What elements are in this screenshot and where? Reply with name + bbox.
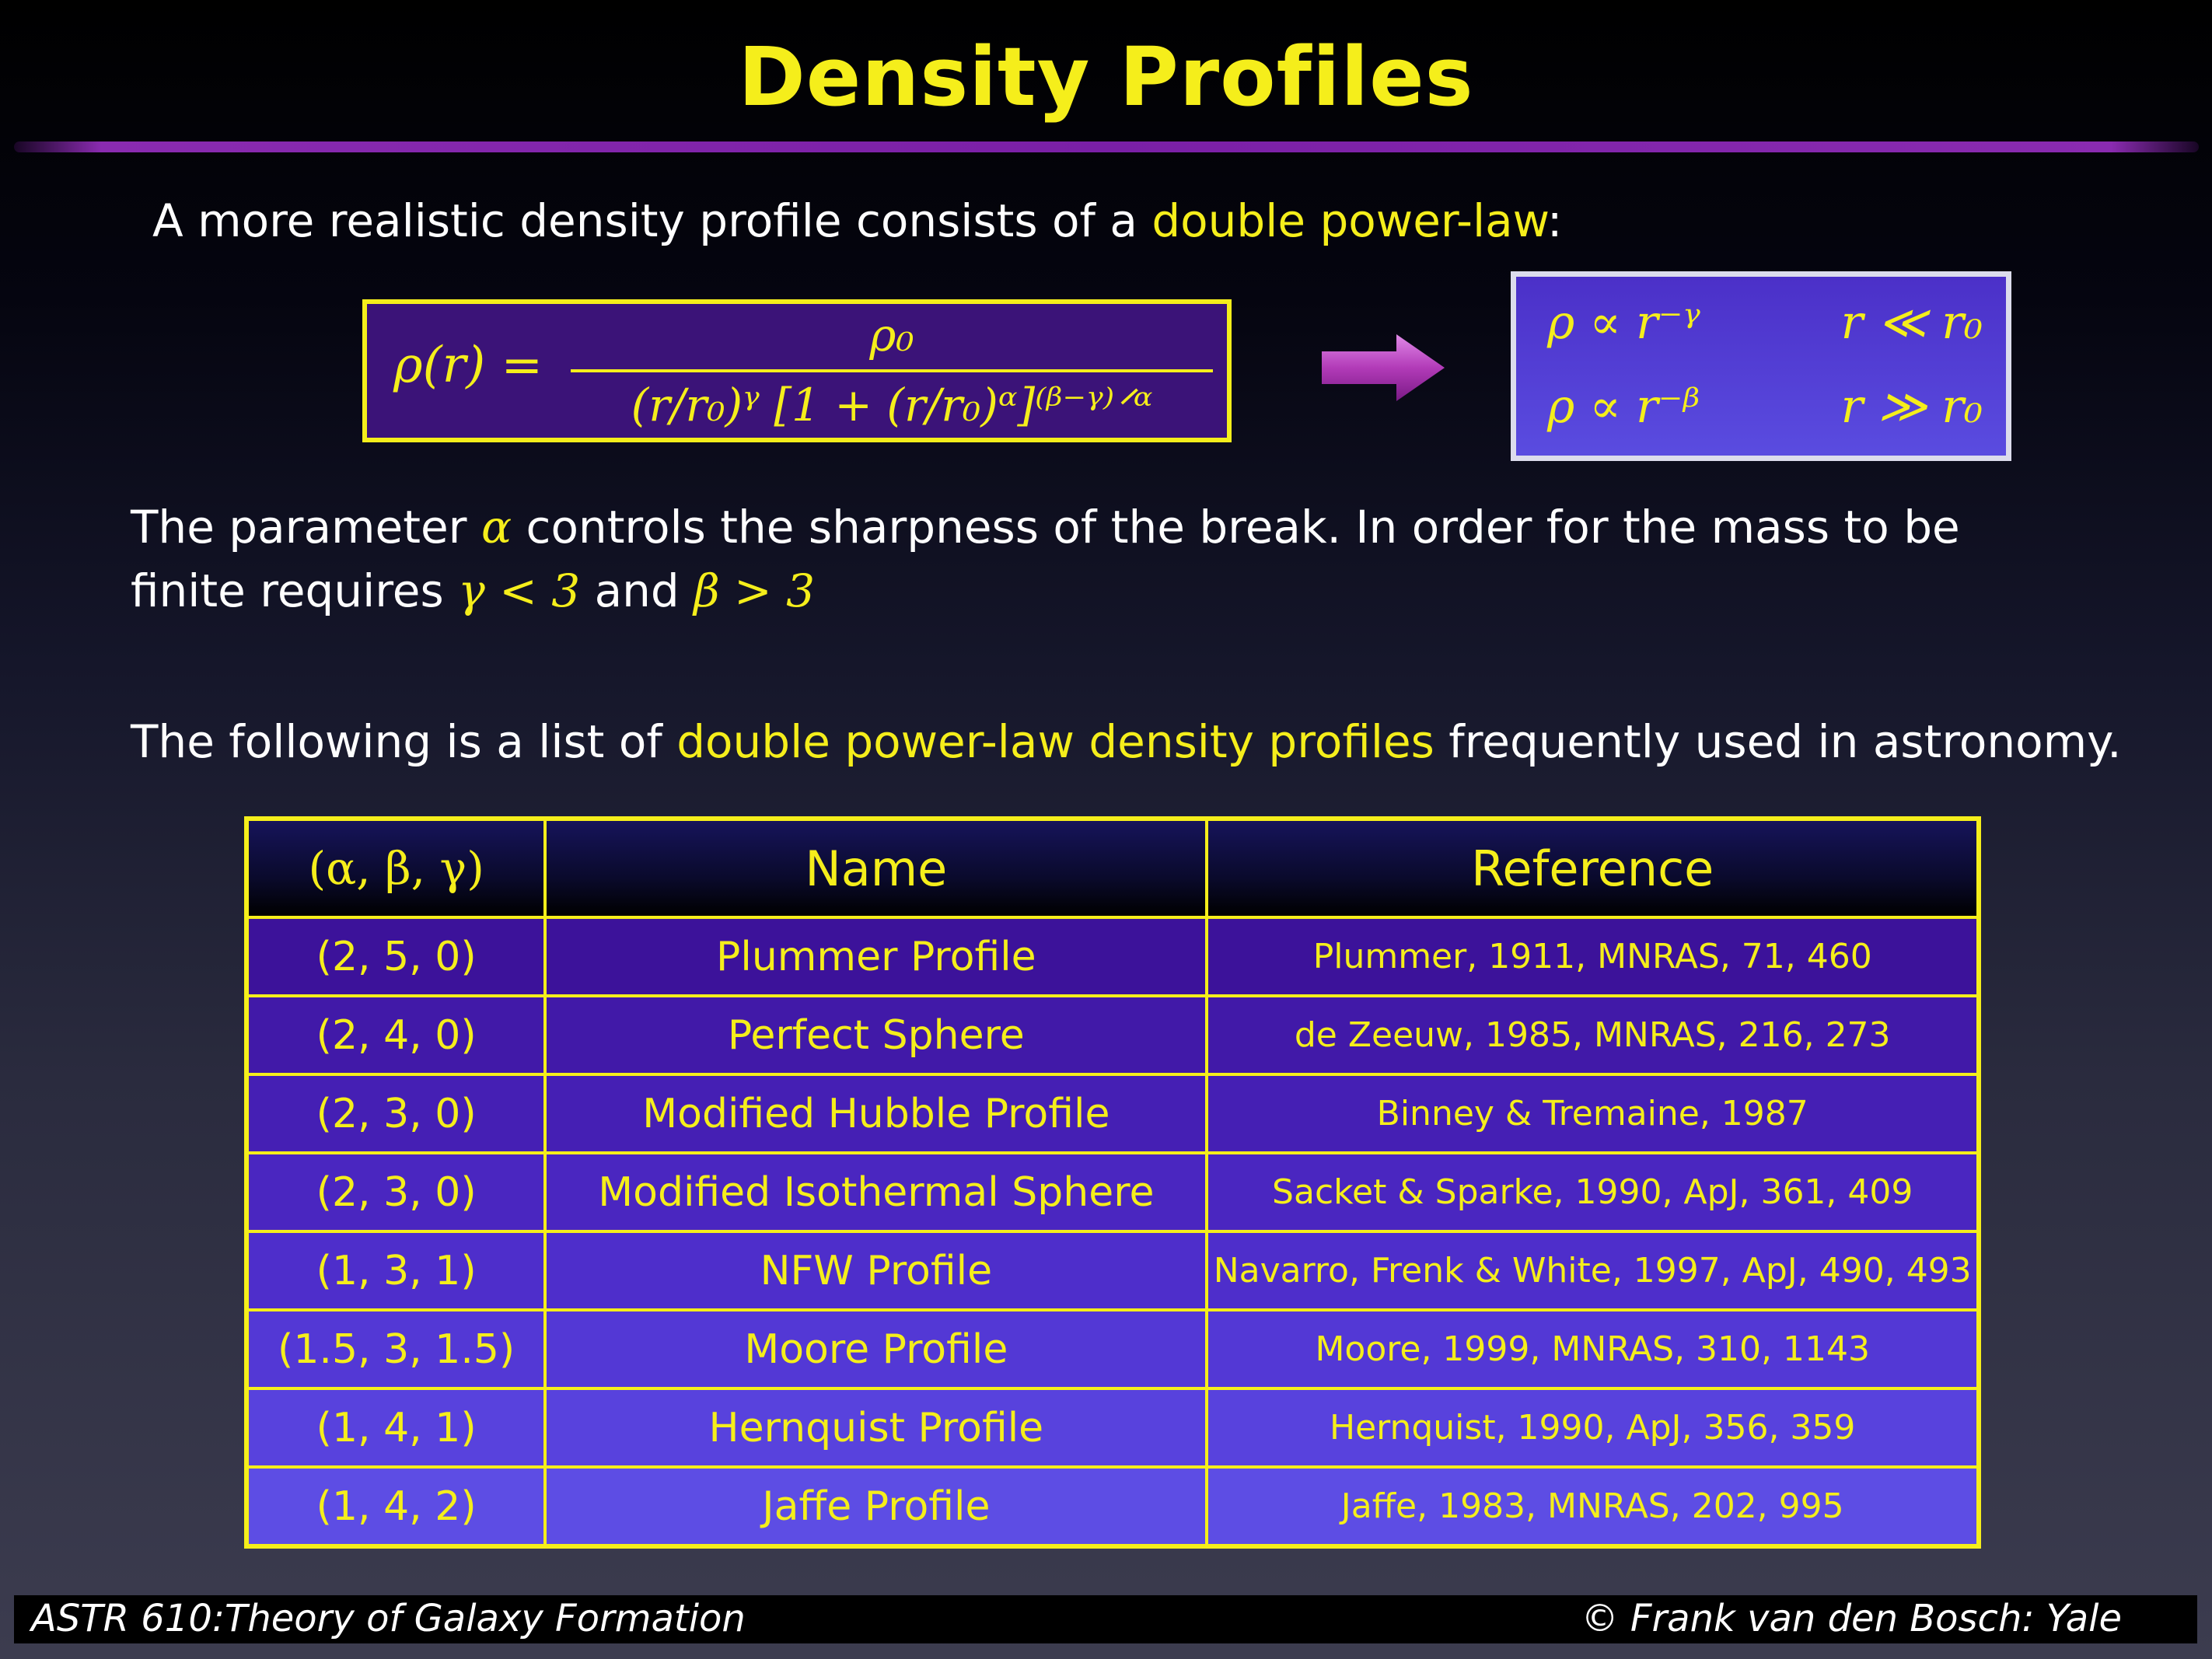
table-row: (1, 4, 1) Hernquist Profile Hernquist, 199… bbox=[244, 1387, 1980, 1469]
reference-cell: Plummer, 1911, MNRAS, 71, 460 bbox=[1205, 916, 1980, 997]
params-cell: (1, 4, 1) bbox=[244, 1387, 547, 1469]
reference-cell: Navarro, Frenk & White, 1997, ApJ, 490, … bbox=[1205, 1230, 1980, 1311]
list-text-highlight: double power-law density profiles bbox=[676, 715, 1434, 768]
reference-cell: de Zeeuw, 1985, MNRAS, 216, 273 bbox=[1205, 994, 1980, 1076]
param-text-a: The parameter bbox=[131, 501, 481, 554]
profile-name-cell: Perfect Sphere bbox=[543, 994, 1209, 1076]
beta-condition: β > 3 bbox=[694, 564, 816, 617]
intro-text: A more realistic density profile consist… bbox=[152, 194, 1562, 247]
params-cell: (2, 3, 0) bbox=[244, 1073, 547, 1154]
header-name: Name bbox=[543, 817, 1209, 919]
params-cell: (1.5, 3, 1.5) bbox=[244, 1308, 547, 1390]
table-row: (1.5, 3, 1.5) Moore Profile Moore, 1999, M… bbox=[244, 1308, 1980, 1390]
param-text-c: finite requires bbox=[131, 564, 459, 617]
profile-name-cell: Moore Profile bbox=[543, 1308, 1209, 1390]
params-cell: (2, 4, 0) bbox=[244, 994, 547, 1076]
table-row: (2, 3, 0) Modified Isothermal Sphere Sacke… bbox=[244, 1151, 1980, 1233]
table-row: (1, 3, 1) NFW Profile Navarro, Frenk & Whi… bbox=[244, 1230, 1980, 1311]
table-row: (2, 4, 0) Perfect Sphere de Zeeuw, 1985, M… bbox=[244, 994, 1980, 1076]
profile-name-cell: Plummer Profile bbox=[543, 916, 1209, 997]
param-text-b: controls the sharpness of the break. In … bbox=[512, 501, 1960, 554]
course-label: ASTR 610:Theory of Galaxy Formation bbox=[31, 1597, 746, 1640]
reference-cell: Moore, 1999, MNRAS, 310, 1143 bbox=[1205, 1308, 1980, 1390]
params-cell: (1, 3, 1) bbox=[244, 1230, 547, 1311]
list-text-after: frequently used in astronomy. bbox=[1434, 715, 2122, 768]
title-divider bbox=[14, 141, 2199, 152]
list-intro-text: The following is a list of double power-… bbox=[131, 715, 2122, 768]
param-text-line1: The parameter α controls the sharpness o… bbox=[131, 501, 1960, 554]
param-text-and: and bbox=[580, 564, 694, 617]
intro-before: A more realistic density profile consist… bbox=[152, 194, 1152, 247]
gamma-condition: γ < 3 bbox=[458, 564, 581, 617]
profile-name-cell: Modified Isothermal Sphere bbox=[543, 1151, 1209, 1233]
profile-name-cell: Hernquist Profile bbox=[543, 1387, 1209, 1469]
outer-relation: ρ ∝ r⁻ᵝ bbox=[1547, 379, 1700, 434]
params-cell: (2, 3, 0) bbox=[244, 1151, 547, 1233]
formula-numerator: ρ₀ bbox=[869, 309, 914, 361]
header-params: (α, β, γ) bbox=[244, 817, 547, 919]
intro-after: : bbox=[1546, 194, 1563, 247]
asymptotic-limits-box: ρ ∝ r⁻ᵞ r ≪ r₀ ρ ∝ r⁻ᵝ r ≫ r₀ bbox=[1516, 277, 2006, 456]
table-row: (2, 3, 0) Modified Hubble Profile Binney &… bbox=[244, 1073, 1980, 1154]
table-row: (2, 5, 0) Plummer Profile Plummer, 1911, M… bbox=[244, 916, 1980, 997]
double-power-law-formula: ρ(r) = ρ₀ (r/r₀)ᵞ [1 + (r/r₀)ᵅ]⁽ᵝ⁻ᵞ⁾ᐟᵅ bbox=[362, 299, 1232, 442]
inner-asymptote: ρ ∝ r⁻ᵞ r ≪ r₀ bbox=[1547, 295, 1983, 350]
formula-lhs: ρ(r) = bbox=[393, 337, 543, 394]
header-reference: Reference bbox=[1205, 817, 1980, 919]
profile-name-cell: Jaffe Profile bbox=[543, 1465, 1209, 1548]
params-cell: (1, 4, 2) bbox=[244, 1465, 547, 1548]
table-row: (1, 4, 2) Jaffe Profile Jaffe, 1983, MNRAS… bbox=[244, 1465, 1980, 1548]
table-header-row: (α, β, γ) Name Reference bbox=[244, 817, 1980, 919]
reference-cell: Sacket & Sparke, 1990, ApJ, 361, 409 bbox=[1205, 1151, 1980, 1233]
right-arrow-icon bbox=[1322, 334, 1445, 401]
reference-cell: Binney & Tremaine, 1987 bbox=[1205, 1073, 1980, 1154]
profile-name-cell: NFW Profile bbox=[543, 1230, 1209, 1311]
fraction-bar bbox=[571, 369, 1213, 372]
list-text-before: The following is a list of bbox=[131, 715, 677, 768]
reference-cell: Hernquist, 1990, ApJ, 356, 359 bbox=[1205, 1387, 1980, 1469]
outer-asymptote: ρ ∝ r⁻ᵝ r ≫ r₀ bbox=[1547, 379, 1983, 434]
param-text-line2: finite requires γ < 3 and β > 3 bbox=[131, 564, 815, 617]
copyright-label: © Frank van den Bosch: Yale bbox=[1581, 1597, 2122, 1640]
inner-relation: ρ ∝ r⁻ᵞ bbox=[1547, 295, 1700, 350]
intro-highlight: double power-law bbox=[1151, 194, 1547, 247]
reference-cell: Jaffe, 1983, MNRAS, 202, 995 bbox=[1205, 1465, 1980, 1548]
params-cell: (2, 5, 0) bbox=[244, 916, 547, 997]
slide-title: Density Profiles bbox=[738, 30, 1474, 124]
profile-name-cell: Modified Hubble Profile bbox=[543, 1073, 1209, 1154]
alpha-symbol: α bbox=[480, 501, 512, 554]
outer-condition: r ≫ r₀ bbox=[1840, 379, 1983, 434]
density-profile-table: (α, β, γ) Name Reference (2, 5, 0) Plumme… bbox=[244, 816, 1981, 1549]
formula-denominator: (r/r₀)ᵞ [1 + (r/r₀)ᵅ]⁽ᵝ⁻ᵞ⁾ᐟᵅ bbox=[631, 379, 1153, 431]
inner-condition: r ≪ r₀ bbox=[1840, 295, 1983, 350]
